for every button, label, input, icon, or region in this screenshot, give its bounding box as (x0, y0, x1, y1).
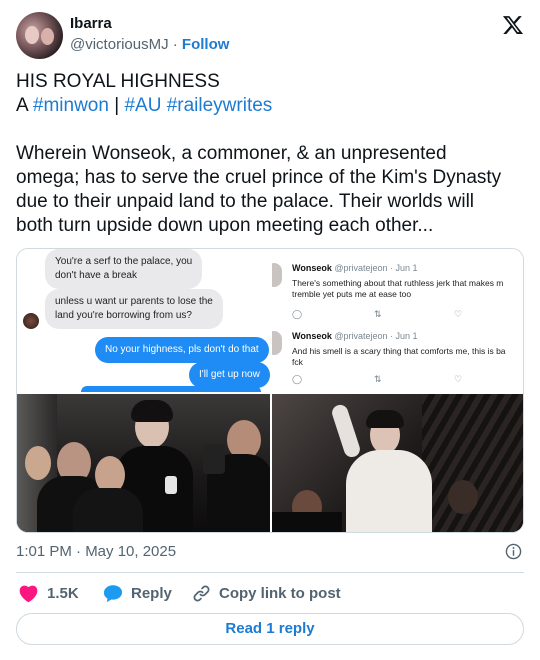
hashtag-raileywrites[interactable]: #raileywrites (167, 95, 273, 116)
info-icon[interactable] (505, 543, 522, 560)
chat-bubble-outgoing: I'll get up now (189, 362, 270, 388)
author-handle[interactable]: @victoriousMJ (70, 36, 169, 53)
copy-link-label: Copy link to post (219, 585, 341, 602)
reply-icon: ◯ (292, 374, 303, 384)
reply-label: Reply (131, 585, 172, 602)
tweet-text: HIS ROYAL HIGHNESS A #minwon | #AU #rail… (16, 70, 526, 238)
like-button[interactable]: 1.5K (18, 584, 79, 603)
hashtag-minwon[interactable]: #minwon (33, 95, 109, 116)
tags-prefix: A (16, 95, 28, 116)
copy-link-button[interactable]: Copy link to post (192, 584, 341, 603)
x-logo-icon[interactable] (502, 14, 524, 36)
divider (16, 572, 524, 573)
media-photo-crowd[interactable] (17, 394, 270, 532)
tweet-tags-line: A #minwon | #AU #raileywrites (16, 94, 526, 118)
author-display-name[interactable]: Ibarra (70, 15, 112, 32)
tweet-title: HIS ROYAL HIGHNESS (16, 71, 220, 92)
embedded-tweet: Wonseok @privatejeon · Jun 1 There's som… (272, 261, 523, 323)
link-icon (193, 585, 210, 602)
tweet-paragraph-line: both turn upside down upon meeting each … (16, 215, 434, 236)
hashtag-au[interactable]: #AU (124, 95, 161, 116)
media-chat-screenshot[interactable]: You're a serf to the palace, you don't h… (17, 249, 270, 392)
handle-separator: · (172, 36, 178, 53)
media-grid: You're a serf to the palace, you don't h… (16, 248, 524, 533)
embedded-tweet: Wonseok @privatejeon · Jun 1 And his sme… (272, 329, 523, 391)
chat-bubble-outgoing: No your highness, pls don't do that (95, 337, 269, 363)
like-outline-icon: ♡ (454, 374, 463, 384)
tweet-card: Ibarra @victoriousMJ · Follow HIS ROYAL … (0, 0, 540, 660)
media-photo-waving[interactable] (272, 394, 523, 532)
like-outline-icon: ♡ (454, 309, 463, 319)
reply-icon: ◯ (292, 309, 303, 319)
tags-pipe: | (114, 95, 120, 116)
heart-icon (19, 585, 38, 603)
read-replies-button[interactable]: Read 1 reply (16, 613, 524, 645)
tweet-paragraph-line: due to their unpaid land to the palace. … (16, 191, 475, 212)
chat-avatar (23, 313, 39, 329)
reply-button[interactable]: Reply (103, 584, 172, 603)
author-handle-line: @victoriousMJ · Follow (70, 36, 229, 53)
tweet-paragraph-line: omega; has to serve the cruel prince of … (16, 167, 502, 188)
follow-button[interactable]: Follow (182, 36, 230, 53)
chat-bubble-incoming: unless u want ur parents to lose the lan… (45, 289, 223, 329)
reply-bubble-icon (103, 585, 123, 603)
author-avatar[interactable] (16, 12, 63, 59)
tweet-paragraph-line: Wherein Wonseok, a commoner, & an unpres… (16, 143, 447, 164)
retweet-icon: ⇅ (374, 309, 382, 319)
retweet-icon: ⇅ (374, 374, 382, 384)
chat-bubble-incoming: You're a serf to the palace, you don't h… (45, 249, 203, 289)
like-count: 1.5K (47, 585, 79, 602)
media-tweet-screenshot[interactable]: Wonseok @privatejeon · Jun 1 There's som… (272, 249, 523, 392)
tweet-timestamp[interactable]: 1:01 PM · May 10, 2025 (16, 543, 176, 560)
